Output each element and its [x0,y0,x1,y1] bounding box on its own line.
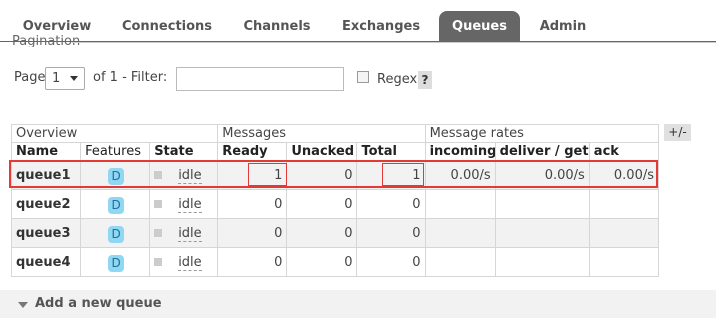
column-header-deliver-get[interactable]: deliver / get [494,142,590,161]
features-cell: D [80,247,151,277]
table-row[interactable]: queue2 D idle 0 0 0 [10,189,660,219]
page-select-value: 1 [52,71,61,86]
total-count: 0 [356,247,426,277]
unacked-count: 0 [286,218,358,248]
features-cell: D [80,218,151,248]
durable-badge: D [108,254,125,272]
column-header-incoming[interactable]: incoming [424,142,496,161]
total-count: 0 [356,218,426,248]
unacked-count: 0 [286,247,358,277]
ack-rate [588,247,660,277]
section-divider [72,42,716,43]
deliver-get-rate [494,218,590,248]
incoming-rate [424,247,496,277]
help-button[interactable]: ? [418,71,432,89]
state-text: idle [178,254,202,271]
chevron-down-icon [18,302,28,308]
add-queue-section[interactable]: Add a new queue [0,290,716,318]
incoming-rate [424,218,496,248]
state-text: idle [178,196,202,213]
page-label: Page [14,70,46,85]
table-row[interactable]: queue4 D idle 0 0 0 [10,247,660,277]
ready-count: 0 [217,247,288,277]
column-toggle-button[interactable]: +/- [664,124,691,141]
add-queue-label[interactable]: Add a new queue [35,296,162,311]
features-cell: D [80,189,151,219]
group-header-message-rates: Message rates [424,124,660,143]
highlight-box-total [382,163,424,186]
column-header-state[interactable]: State [149,142,219,161]
chevron-down-icon [70,76,78,81]
group-header-messages: Messages [217,124,426,143]
filter-input[interactable] [176,67,344,91]
ready-count: 0 [217,189,288,219]
column-header-total[interactable]: Total [356,142,426,161]
ready-count: 0 [217,218,288,248]
tab-connections[interactable]: Connections [113,11,221,42]
state-indicator-icon [154,200,163,208]
group-header-overview: Overview [10,124,219,143]
tab-admin[interactable]: Admin [528,11,598,42]
ack-rate [588,189,660,219]
state-indicator-icon [154,229,163,237]
deliver-get-rate [494,189,590,219]
regex-label: Regex [377,72,418,87]
column-header-features: Features [80,142,151,161]
unacked-count: 0 [286,189,358,219]
ack-rate [588,218,660,248]
tab-channels[interactable]: Channels [233,11,321,42]
queue-name-link[interactable]: queue4 [10,247,82,277]
regex-checkbox[interactable] [357,71,369,83]
incoming-rate [424,189,496,219]
column-header-ready[interactable]: Ready [217,142,288,161]
highlight-box-ready [248,163,287,186]
tab-exchanges[interactable]: Exchanges [331,11,431,42]
queues-table: Overview Messages Message rates Name Fea… [10,124,660,277]
state-text: idle [178,225,202,242]
state-indicator-icon [154,258,163,266]
queue-name-link[interactable]: queue3 [10,218,82,248]
queue-name-link[interactable]: queue2 [10,189,82,219]
highlight-box [9,160,658,188]
nav-tabs: Overview Connections Channels Exchanges … [0,0,716,42]
table-row[interactable]: queue3 D idle 0 0 0 [10,218,660,248]
total-count: 0 [356,189,426,219]
column-header-unacked[interactable]: Unacked [286,142,358,161]
filter-label: of 1 - Filter: [93,70,168,85]
deliver-get-rate [494,247,590,277]
pagination-heading[interactable]: Pagination [12,35,80,47]
state-cell: idle [149,247,219,277]
durable-badge: D [108,196,125,214]
state-cell: idle [149,189,219,219]
tab-queues[interactable]: Queues [439,11,520,42]
durable-badge: D [108,225,125,243]
column-header-ack[interactable]: ack [588,142,660,161]
column-header-name[interactable]: Name [10,142,82,161]
state-cell: idle [149,218,219,248]
page-select[interactable]: 1 [45,67,85,90]
